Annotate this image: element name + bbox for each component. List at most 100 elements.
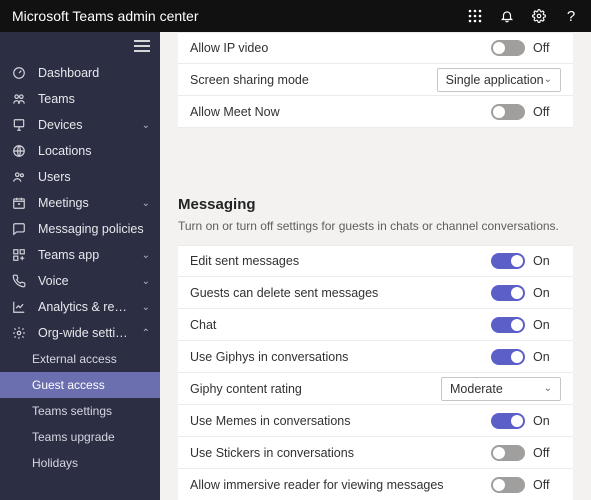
calendar-icon <box>12 196 28 210</box>
toggle-immersive[interactable] <box>491 477 525 493</box>
sidebar-item-org-wide-settings[interactable]: Org-wide settings ⌃ <box>0 320 160 346</box>
chevron-down-icon: ⌄ <box>544 383 552 394</box>
select-value: Moderate <box>450 382 503 396</box>
nav-label: Devices <box>38 118 132 132</box>
row-screen-sharing: Screen sharing mode Single application ⌄ <box>178 64 573 96</box>
toggle-edit-sent[interactable] <box>491 253 525 269</box>
sidebar-subitem-holidays[interactable]: Holidays <box>0 450 160 476</box>
sidebar-subitem-teams-settings[interactable]: Teams settings <box>0 398 160 424</box>
users-icon <box>12 170 28 184</box>
row-guests-delete: Guests can delete sent messages On <box>178 277 573 309</box>
sidebar-item-voice[interactable]: Voice ⌄ <box>0 268 160 294</box>
select-value: Single application <box>446 73 544 87</box>
toggle-stickers[interactable] <box>491 445 525 461</box>
globe-icon <box>12 144 28 158</box>
nav-label: Meetings <box>38 196 132 210</box>
row-label: Giphy content rating <box>190 382 441 396</box>
row-memes: Use Memes in conversations On <box>178 405 573 437</box>
row-label: Edit sent messages <box>190 254 491 268</box>
row-label: Screen sharing mode <box>190 73 437 87</box>
row-label: Allow immersive reader for viewing messa… <box>190 478 491 492</box>
sidebar-item-teams[interactable]: Teams <box>0 86 160 112</box>
row-label: Allow IP video <box>190 41 491 55</box>
sidebar-item-teams-app[interactable]: Teams app ⌄ <box>0 242 160 268</box>
toggle-memes[interactable] <box>491 413 525 429</box>
nav-list: Dashboard Teams Devices ⌄ Locations Users Meet… <box>0 60 160 476</box>
gear-icon <box>12 326 28 340</box>
toggle-state: On <box>533 286 561 300</box>
sidebar-item-locations[interactable]: Locations <box>0 138 160 164</box>
bell-icon[interactable] <box>499 8 515 24</box>
section-desc-messaging: Turn on or turn off settings for guests … <box>160 215 591 245</box>
toggle-state: On <box>533 318 561 332</box>
row-label: Guests can delete sent messages <box>190 286 491 300</box>
toggle-allow-ip-video[interactable] <box>491 40 525 56</box>
gear-icon[interactable] <box>531 8 547 24</box>
toggle-chat[interactable] <box>491 317 525 333</box>
row-giphy-rating: Giphy content rating Moderate ⌄ <box>178 373 573 405</box>
row-immersive: Allow immersive reader for viewing messa… <box>178 469 573 500</box>
content-pane[interactable]: Allow IP video Off Screen sharing mode S… <box>160 32 591 500</box>
devices-icon <box>12 118 28 132</box>
toggle-state: Off <box>533 105 561 119</box>
nav-label: Teams app <box>38 248 132 262</box>
row-giphys: Use Giphys in conversations On <box>178 341 573 373</box>
sidebar-subitem-guest-access[interactable]: Guest access <box>0 372 160 398</box>
toggle-state: Off <box>533 41 561 55</box>
toggle-state: Off <box>533 446 561 460</box>
sidebar-item-messaging-policies[interactable]: Messaging policies <box>0 216 160 242</box>
sidebar-item-meetings[interactable]: Meetings ⌄ <box>0 190 160 216</box>
sidebar-item-devices[interactable]: Devices ⌄ <box>0 112 160 138</box>
message-icon <box>12 222 28 236</box>
nav-label: Dashboard <box>38 66 150 80</box>
row-allow-meet-now: Allow Meet Now Off <box>178 96 573 128</box>
sidebar-subitem-teams-upgrade[interactable]: Teams upgrade <box>0 424 160 450</box>
chevron-down-icon: ⌄ <box>544 74 552 85</box>
nav-label: Locations <box>38 144 150 158</box>
sidebar-item-users[interactable]: Users <box>0 164 160 190</box>
toggle-state: On <box>533 254 561 268</box>
topbar-actions: ? <box>467 8 579 24</box>
row-edit-sent: Edit sent messages On <box>178 245 573 277</box>
row-label: Use Giphys in conversations <box>190 350 491 364</box>
chevron-down-icon: ⌄ <box>142 120 150 131</box>
sidebar-subitem-external-access[interactable]: External access <box>0 346 160 372</box>
row-allow-ip-video: Allow IP video Off <box>178 32 573 64</box>
select-screen-sharing[interactable]: Single application ⌄ <box>437 68 561 92</box>
toggle-allow-meet-now[interactable] <box>491 104 525 120</box>
chevron-up-icon: ⌃ <box>142 328 150 339</box>
chevron-down-icon: ⌄ <box>142 276 150 287</box>
nav-label: Users <box>38 170 150 184</box>
row-chat: Chat On <box>178 309 573 341</box>
nav-label: Voice <box>38 274 132 288</box>
row-label: Use Stickers in conversations <box>190 446 491 460</box>
app-icon <box>12 248 28 262</box>
sidebar-item-dashboard[interactable]: Dashboard <box>0 60 160 86</box>
nav-label: Teams <box>38 92 150 106</box>
nav-label: Messaging policies <box>38 222 150 236</box>
analytics-icon <box>12 300 28 314</box>
hamburger-icon[interactable] <box>0 32 160 60</box>
phone-icon <box>12 274 28 288</box>
toggle-state: On <box>533 350 561 364</box>
row-label: Allow Meet Now <box>190 105 491 119</box>
nav-label: Org-wide settings <box>38 326 132 340</box>
topbar: Microsoft Teams admin center ? <box>0 0 591 32</box>
help-icon[interactable]: ? <box>563 8 579 24</box>
select-giphy-rating[interactable]: Moderate ⌄ <box>441 377 561 401</box>
row-label: Chat <box>190 318 491 332</box>
toggle-state: On <box>533 414 561 428</box>
chevron-down-icon: ⌄ <box>142 198 150 209</box>
chevron-down-icon: ⌄ <box>142 302 150 313</box>
waffle-icon[interactable] <box>467 8 483 24</box>
section-title-messaging: Messaging <box>160 190 591 215</box>
sidebar-item-analytics-reports[interactable]: Analytics & reports ⌄ <box>0 294 160 320</box>
toggle-state: Off <box>533 478 561 492</box>
toggle-guests-delete[interactable] <box>491 285 525 301</box>
sidebar: Dashboard Teams Devices ⌄ Locations Users Meet… <box>0 32 160 500</box>
chevron-down-icon: ⌄ <box>142 250 150 261</box>
row-label: Use Memes in conversations <box>190 414 491 428</box>
toggle-giphys[interactable] <box>491 349 525 365</box>
row-stickers: Use Stickers in conversations Off <box>178 437 573 469</box>
nav-label: Analytics & reports <box>38 300 132 314</box>
